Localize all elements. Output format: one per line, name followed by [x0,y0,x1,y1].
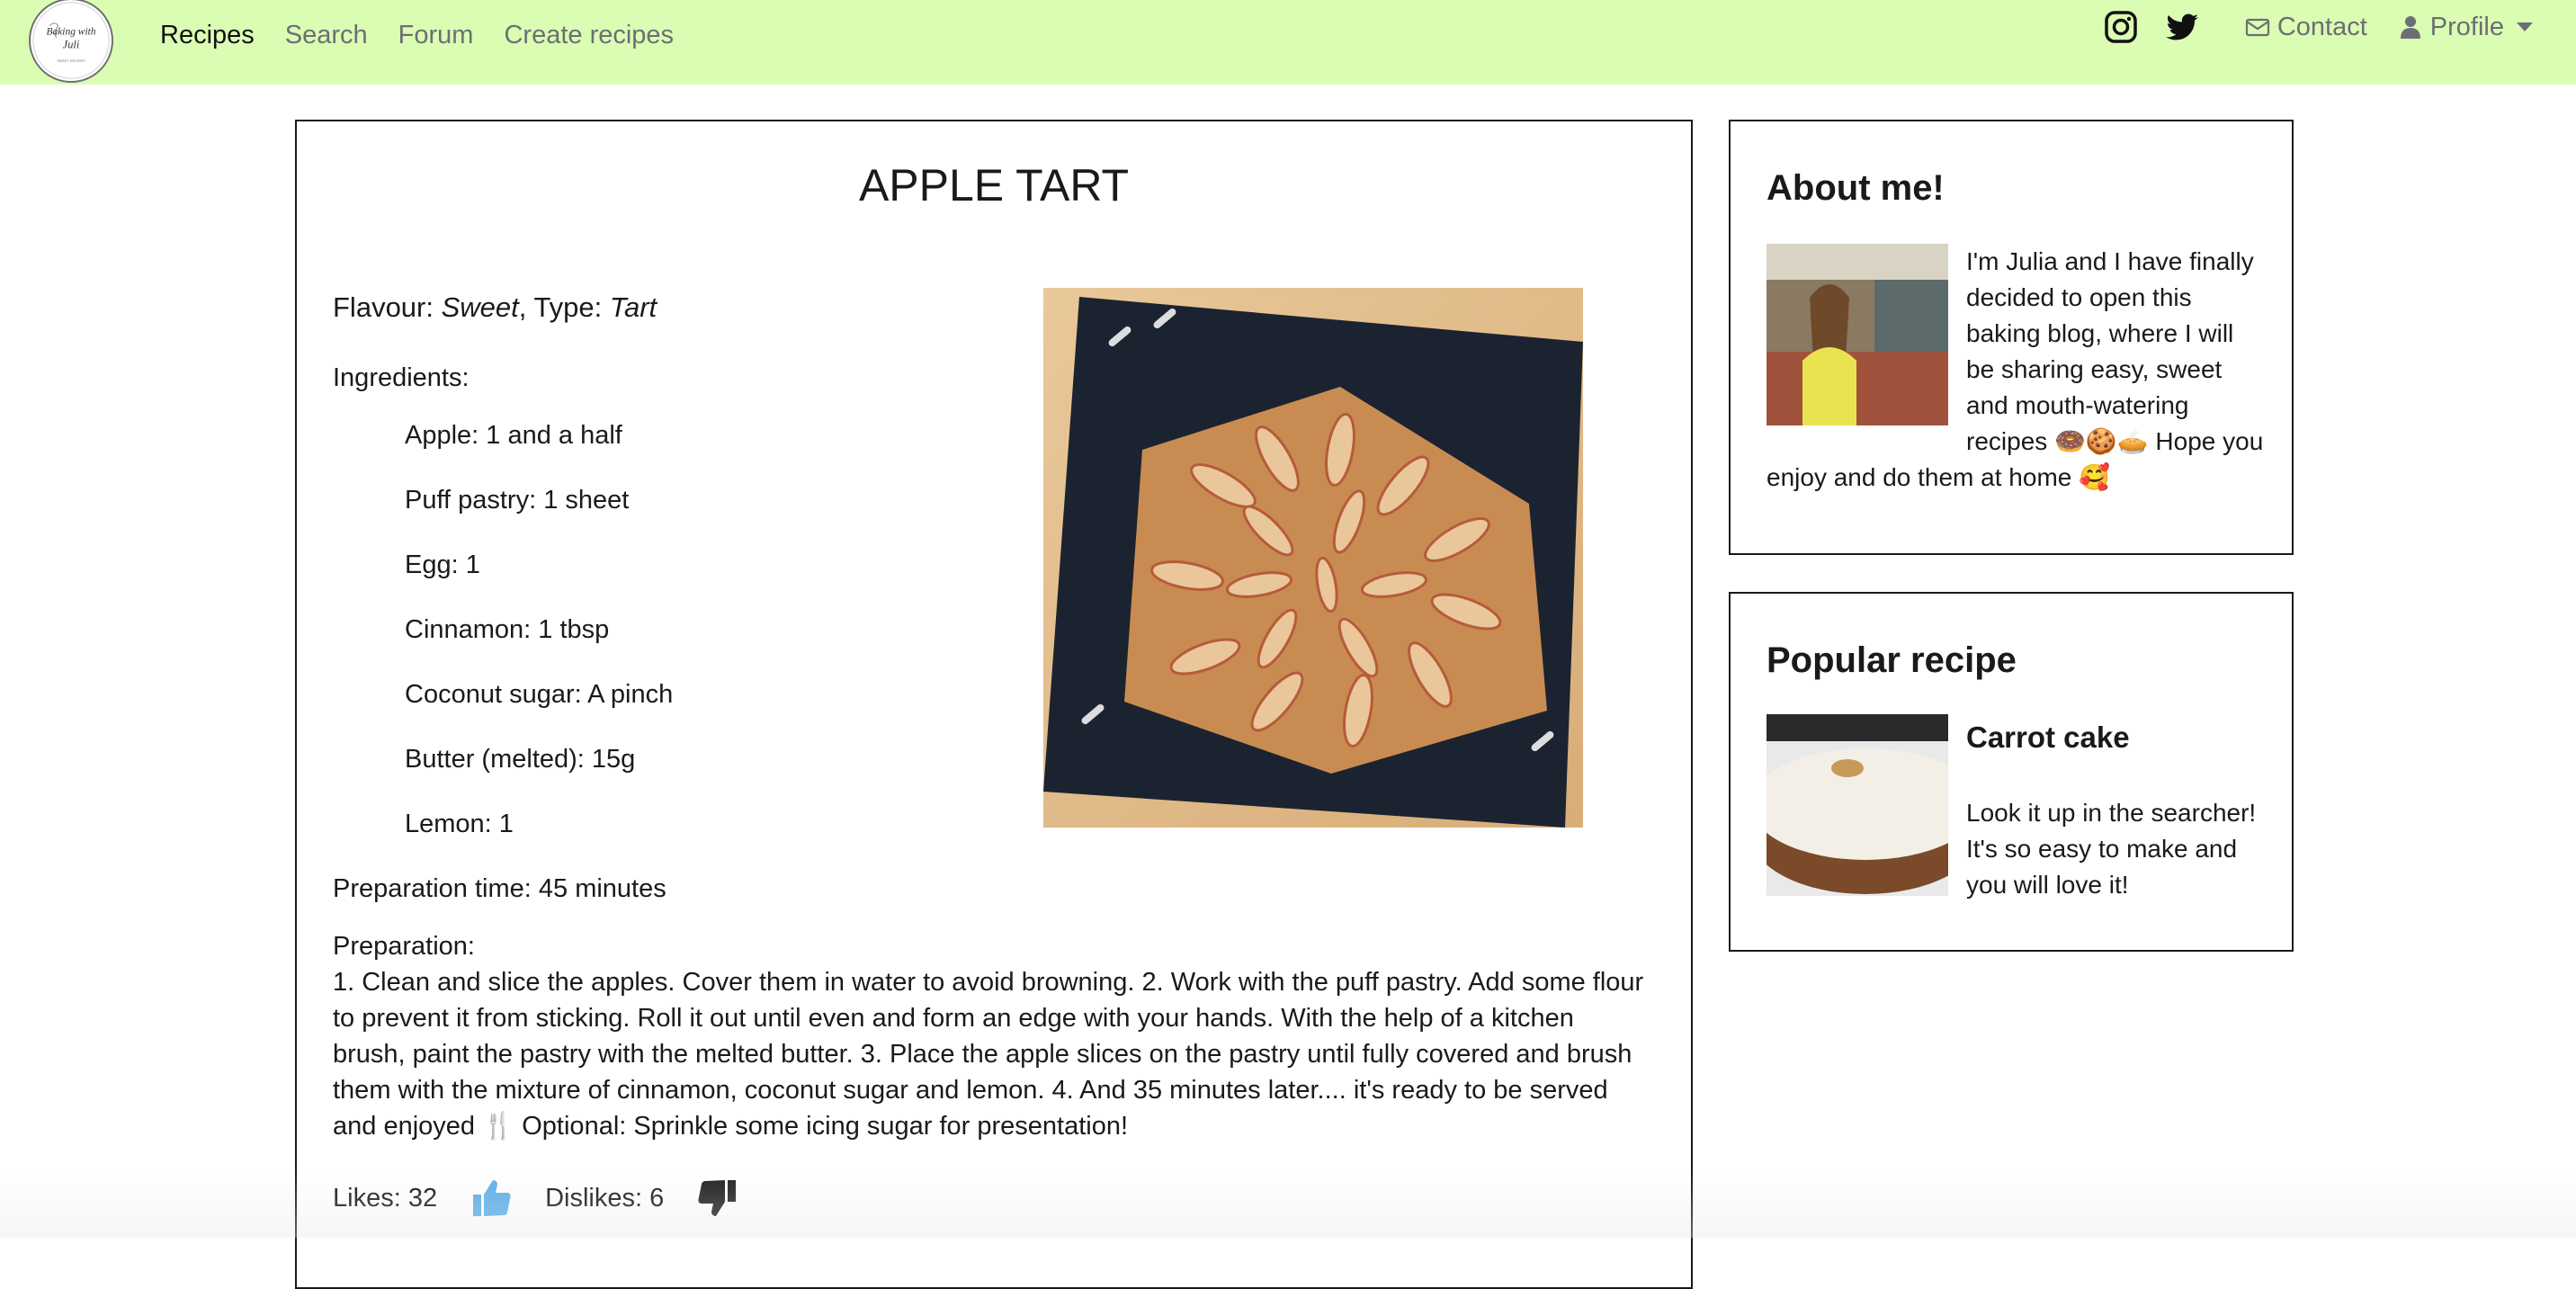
chevron-down-icon [2517,22,2533,31]
popular-recipe-name[interactable]: Carrot cake [1966,720,2130,756]
about-text-block: I'm Julia and I have finally decided to … [1767,244,2267,496]
nav-create-recipes[interactable]: Create recipes [504,20,674,59]
nav-right: Contact Profile [2103,7,2533,47]
profile-dropdown[interactable]: Profile [2398,13,2533,42]
recipe-title: APPLE TART [858,160,1130,210]
ingredients-list: Apple: 1 and a half Puff pastry: 1 sheet… [405,417,673,871]
ingredient-item: Coconut sugar: A pinch [405,680,674,709]
twitter-icon[interactable] [2164,9,2200,45]
ingredient-item: Lemon: 1 [405,810,514,838]
preparation-text: 1. Clean and slice the apples. Cover the… [333,968,1644,1141]
svg-text:Juli: Juli [63,39,80,51]
dislikes-count: Dislikes: 6 [545,1183,665,1213]
recipe-meta: Flavour: Sweet, Type: Tart [333,291,657,323]
ingredient-item: Cinnamon: 1 tbsp [405,615,610,644]
top-navbar: Baking with Juli SWEET RECIPES Recipes S… [0,0,2576,85]
about-title: About me! [1767,168,1945,208]
type-value: Tart [609,291,657,323]
popular-title: Popular recipe [1767,640,2017,680]
nav-recipes[interactable]: Recipes [160,20,255,59]
flavour-label: Flavour: [333,291,434,323]
type-label: Type: [533,291,603,323]
svg-text:SWEET RECIPES: SWEET RECIPES [57,59,85,63]
main-nav: Recipes Search Forum Create recipes [160,20,674,59]
svg-text:Baking with: Baking with [46,26,95,37]
ingredient-item: Butter (melted): 15g [405,745,636,774]
nav-search[interactable]: Search [285,20,368,59]
envelope-icon [2245,14,2270,40]
likes-row: Likes: 32 Dislikes: 6 [333,1177,772,1220]
nav-forum[interactable]: Forum [398,20,474,59]
about-photo [1767,244,1948,425]
user-icon [2398,14,2423,40]
popular-recipe-description: Look it up in the searcher! It's so easy… [1966,799,2257,899]
about-me-card: About me! I'm Julia and I have finally d… [1729,120,2294,555]
carrot-cake-photo[interactable] [1767,714,1948,896]
popular-recipe-card: Popular recipe Carrot cake Look it up in… [1729,592,2294,952]
ingredients-label: Ingredients: [333,363,470,392]
apple-tart-photo [1043,288,1583,828]
site-logo[interactable]: Baking with Juli SWEET RECIPES [29,0,113,83]
contact-label: Contact [2276,12,2367,41]
ingredient-item: Apple: 1 and a half [405,421,622,450]
likes-count: Likes: 32 [333,1183,438,1213]
ingredient-item: Puff pastry: 1 sheet [405,486,630,515]
flavour-value: Sweet [441,291,519,323]
ingredient-item: Egg: 1 [405,551,480,579]
thumbs-down-icon[interactable] [696,1177,739,1220]
thumbs-up-icon[interactable] [470,1177,513,1220]
preparation-label: Preparation: [333,932,475,961]
contact-link[interactable]: Contact [2245,13,2367,42]
instagram-icon[interactable] [2103,9,2139,45]
preparation-time: Preparation time: 45 minutes [333,874,666,903]
profile-label: Profile [2429,12,2504,41]
